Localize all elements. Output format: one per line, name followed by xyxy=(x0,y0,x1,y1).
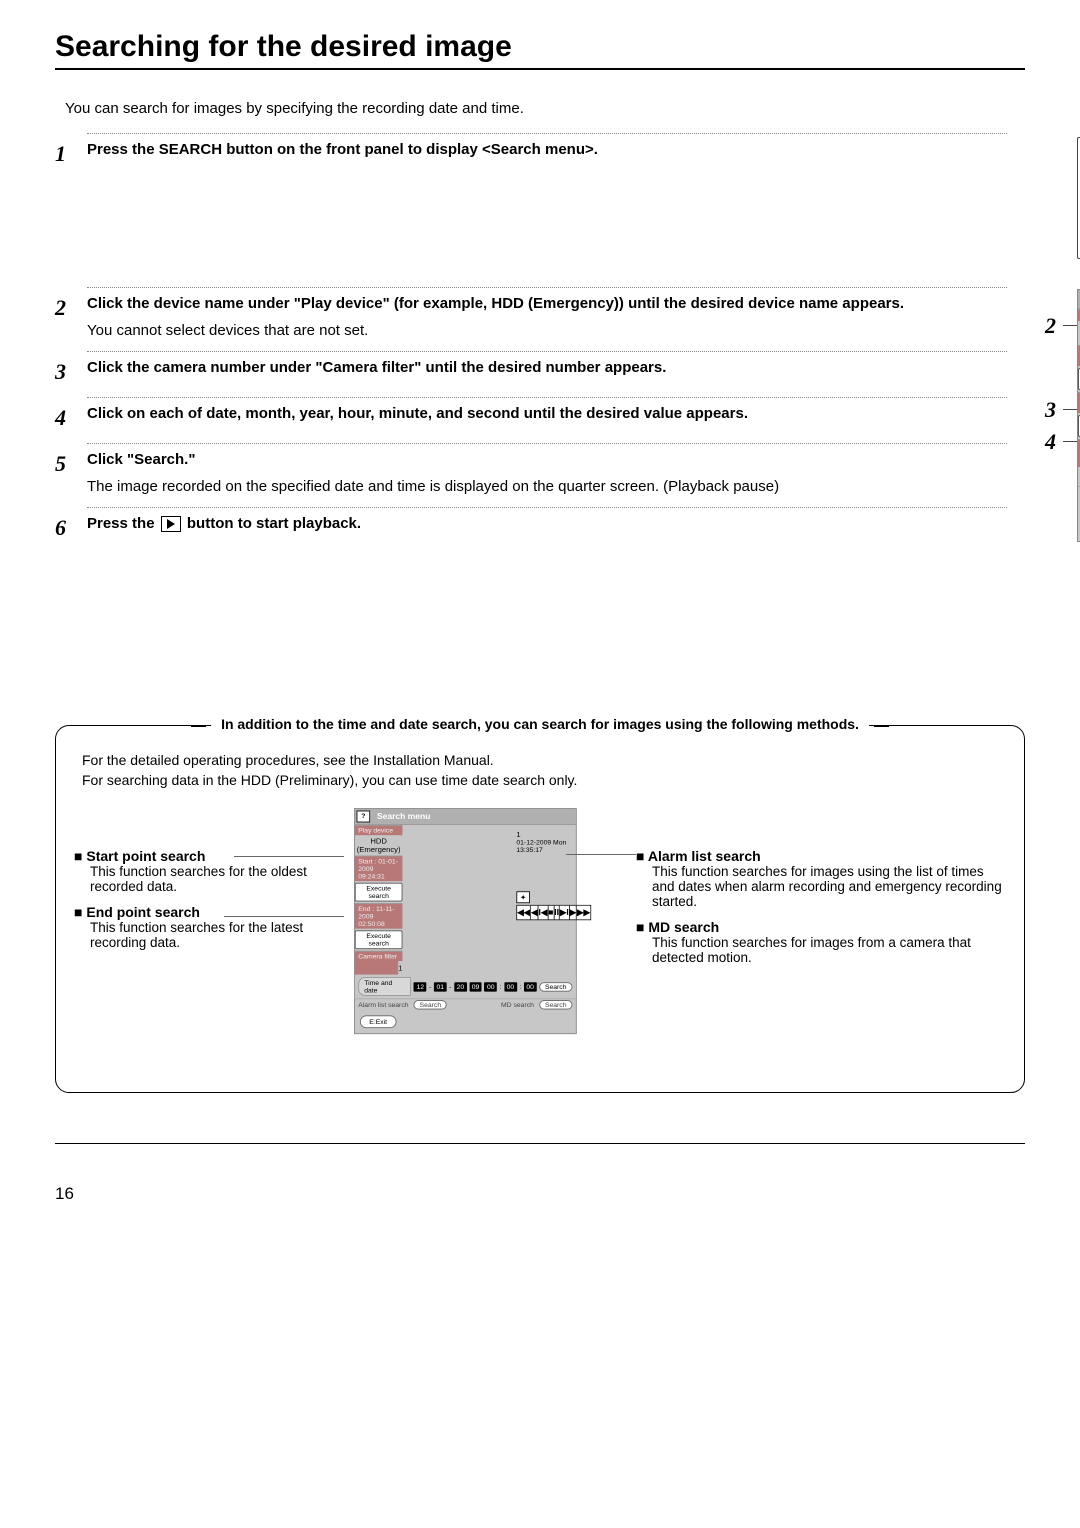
time-year1[interactable]: 20 xyxy=(454,982,467,991)
steps-column: 1 Press the SEARCH button on the front p… xyxy=(55,127,1007,545)
diagram-column: 1 2 3 4 5 6 ? Search menu xyxy=(1037,127,1080,542)
leader-line xyxy=(234,856,344,857)
divider xyxy=(87,351,1007,353)
start-label: Start : 01-01-2009 09:24:31 xyxy=(355,856,403,882)
camera-filter-value[interactable]: 1 xyxy=(398,961,402,975)
time-year2[interactable]: 09 xyxy=(469,982,482,991)
callout-4-label: 4 xyxy=(1045,429,1056,455)
methods-right-column: Alarm list search This function searches… xyxy=(636,808,1006,965)
step-2-text: Click the device name under "Play device… xyxy=(87,295,904,312)
step-5-text: Click "Search." xyxy=(87,451,195,468)
page-number: 16 xyxy=(55,1184,1025,1204)
methods-intro-1: For the detailed operating procedures, s… xyxy=(82,752,1006,768)
camera-icon xyxy=(516,891,530,903)
camera-filter-label: Camera filter xyxy=(358,953,397,961)
alarm-search-button[interactable]: Search xyxy=(414,1000,447,1009)
end-point-body: This function searches for the latest re… xyxy=(90,920,334,950)
preview-time: 13:35:17 xyxy=(516,846,591,854)
callout-2-label: 2 xyxy=(1045,313,1056,339)
time-minute[interactable]: 00 xyxy=(504,982,517,991)
leader-line xyxy=(224,916,344,917)
step-5-sub: The image recorded on the specified date… xyxy=(87,478,1007,495)
alarm-list-search-label: Alarm list search xyxy=(358,1001,408,1009)
execute-search-start-button[interactable]: Execute search xyxy=(355,883,403,902)
time-second[interactable]: 00 xyxy=(524,982,537,991)
step-1-text: Press the SEARCH button on the front pan… xyxy=(87,141,598,158)
help-icon[interactable]: ? xyxy=(357,811,371,823)
step-6-post: button to start playback. xyxy=(183,515,361,532)
time-month[interactable]: 01 xyxy=(434,982,447,991)
step-5-number: 5 xyxy=(55,451,75,477)
divider xyxy=(87,397,1007,399)
end-point-heading: End point search xyxy=(74,904,334,920)
time-day[interactable]: 12 xyxy=(414,982,427,991)
md-search-body: This function searches for images from a… xyxy=(652,935,1006,965)
md-search-label: MD search xyxy=(501,1001,534,1009)
play-device-label: Play device xyxy=(355,825,403,835)
footer-line xyxy=(55,1143,1025,1144)
search-button[interactable]: Search xyxy=(539,982,572,991)
leader-line xyxy=(566,854,636,855)
panel-title: Search menu xyxy=(372,812,430,821)
forward-fast-icon: ▶▶ xyxy=(577,906,590,920)
rewind-icon: ◀ xyxy=(531,906,538,920)
play-icon xyxy=(161,516,181,532)
search-menu-panel-small: ? Search menu Play device HDD (Emergency… xyxy=(354,808,577,1034)
step-forward-icon: ▶I xyxy=(560,906,570,920)
divider xyxy=(87,287,1007,289)
exit-button[interactable]: E:Exit xyxy=(360,1015,396,1028)
step-2-sub: You cannot select devices that are not s… xyxy=(87,322,1007,339)
start-point-body: This function searches for the oldest re… xyxy=(90,864,334,894)
time-hour[interactable]: 00 xyxy=(484,982,497,991)
step-back-icon: I◀ xyxy=(539,906,549,920)
step-1-number: 1 xyxy=(55,141,75,167)
step-3-number: 3 xyxy=(55,359,75,385)
step-4-number: 4 xyxy=(55,405,75,431)
other-search-methods-box: In addition to the time and date search,… xyxy=(55,725,1025,1093)
divider xyxy=(87,133,1007,135)
page-title: Searching for the desired image xyxy=(55,30,1025,64)
time-date-label: Time and date xyxy=(358,977,411,996)
play-device-value[interactable]: HDD (Emergency) xyxy=(355,835,403,855)
alarm-list-heading: Alarm list search xyxy=(636,848,1006,864)
md-search-button[interactable]: Search xyxy=(539,1000,572,1009)
preview-number: 1 xyxy=(516,830,591,839)
divider xyxy=(87,443,1007,445)
alarm-list-body: This function searches for images using … xyxy=(652,864,1006,909)
end-label: End : 11-11-2009 02:50:08 xyxy=(355,903,403,929)
step-2-number: 2 xyxy=(55,295,75,321)
callout-3-label: 3 xyxy=(1045,397,1056,423)
divider xyxy=(87,507,1007,509)
title-underline xyxy=(55,68,1025,70)
md-search-heading: MD search xyxy=(636,919,1006,935)
preview-date: 01-12-2009 Mon xyxy=(516,839,591,847)
methods-intro-2: For searching data in the HDD (Prelimina… xyxy=(82,772,1006,788)
step-4-text: Click on each of date, month, year, hour… xyxy=(87,405,748,422)
rewind-fast-icon: ◀◀ xyxy=(517,906,531,920)
step-3-text: Click the camera number under "Camera fi… xyxy=(87,359,666,376)
execute-search-end-button[interactable]: Execute search xyxy=(355,930,403,949)
methods-title: In addition to the time and date search,… xyxy=(211,716,869,732)
playback-controls[interactable]: ◀◀◀I◀■II▶I▶▶▶ xyxy=(516,905,591,920)
intro-text: You can search for images by specifying … xyxy=(65,100,1025,117)
step-6-pre: Press the xyxy=(87,515,159,532)
methods-left-column: Start point search This function searche… xyxy=(74,808,334,950)
step-6-number: 6 xyxy=(55,515,75,541)
